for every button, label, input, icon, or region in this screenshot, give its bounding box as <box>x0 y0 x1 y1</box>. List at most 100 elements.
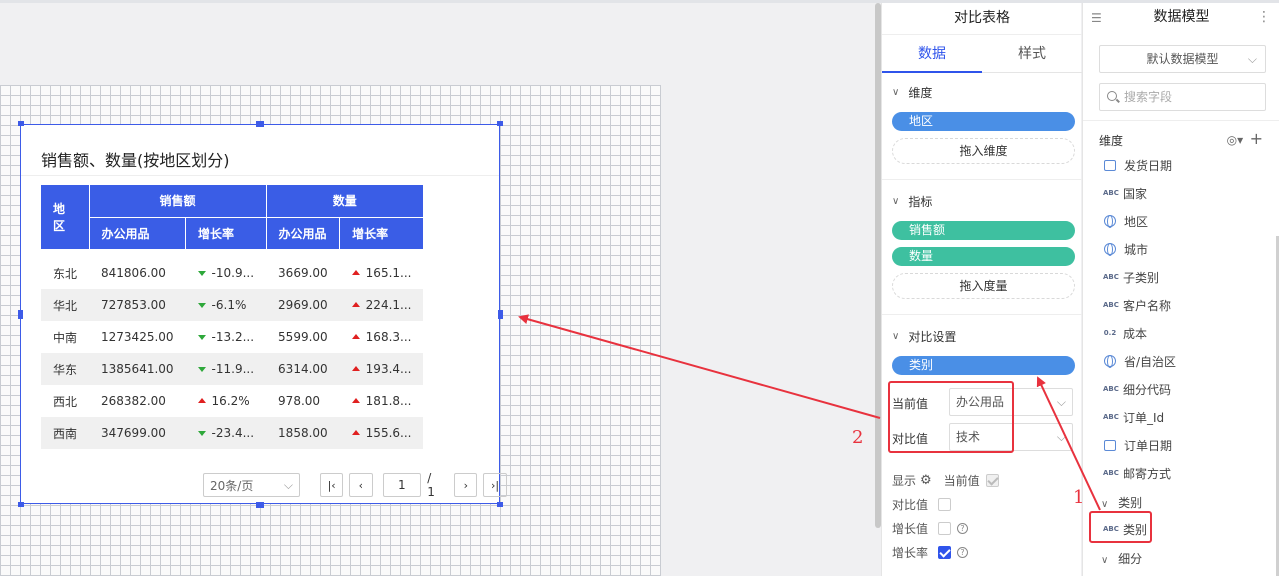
field-label: 订单日期 <box>1124 438 1173 453</box>
table-cell: -13.2... <box>186 321 267 353</box>
cell-value: 华北 <box>53 298 78 313</box>
measure-pill-quantity[interactable]: 数量 <box>892 247 1075 266</box>
field-item[interactable]: 发货日期 <box>1103 155 1172 175</box>
section-divider <box>882 179 1082 180</box>
page-total: / 1 <box>427 471 435 499</box>
first-page-button[interactable]: |‹ <box>320 473 344 497</box>
header-qty-current[interactable]: 办公用品 <box>266 217 341 250</box>
resize-handle-left[interactable] <box>18 310 23 319</box>
data-model-title: 数据模型 <box>1153 9 1210 25</box>
widget-title: 销售额、数量(按地区划分) <box>41 151 230 170</box>
cell-value: 181.8... <box>365 394 412 408</box>
field-item[interactable]: 省/自治区 <box>1103 351 1176 371</box>
field-search-input[interactable]: 搜索字段 <box>1099 83 1266 111</box>
triangle-down-icon <box>197 367 206 372</box>
page-number-input[interactable]: 1 <box>382 473 422 497</box>
header-qty-rate[interactable]: 增长率 <box>339 217 424 250</box>
field-item[interactable]: ABC 邮寄方式 <box>1103 463 1171 483</box>
globe-dropdown-icon[interactable]: ◎▾ <box>1227 133 1244 147</box>
resize-handle-top-right[interactable] <box>497 121 503 126</box>
tab-data[interactable]: 数据 <box>882 37 982 73</box>
table-cell: 中南 <box>41 321 89 353</box>
measure-drop-zone[interactable]: 拖入度量 <box>892 273 1075 299</box>
table-row[interactable]: 西南 347699.00 -23.4... 1858.00 155.6... <box>41 417 424 449</box>
group-segment-label: 细分 <box>1118 552 1143 566</box>
compare-section-header[interactable]: ∨ 对比设置 <box>892 328 956 345</box>
chevron-down-icon: ⌵ <box>1056 430 1066 444</box>
globe-icon <box>1104 215 1116 228</box>
display-growth-value-label: 增长值 <box>892 522 929 536</box>
field-item[interactable]: ABC 细分代码 <box>1103 379 1171 399</box>
field-item[interactable]: 订单日期 <box>1103 435 1172 455</box>
field-item[interactable]: 0.2 成本 <box>1103 323 1147 343</box>
table-row[interactable]: 华东 1385641.00 -11.9... 6314.00 193.4... <box>41 353 424 385</box>
display-current-checkbox[interactable] <box>985 474 999 487</box>
pagination: 20条/页 ⌵ |‹ ‹ 1 / 1 › ›| <box>203 471 507 499</box>
measure-section-header[interactable]: ∨ 指标 <box>892 193 932 210</box>
page-size-select[interactable]: 20条/页 ⌵ <box>203 473 301 497</box>
table-cell: 西北 <box>41 385 89 417</box>
display-compare-checkbox[interactable] <box>938 498 952 511</box>
group-segment-header[interactable]: ∨ 细分 <box>1101 550 1142 567</box>
header-sales-current[interactable]: 办公用品 <box>89 217 187 250</box>
field-item[interactable]: ABC 子类别 <box>1103 267 1159 287</box>
triangle-up-icon <box>351 430 360 435</box>
highlight-box-compare-values <box>888 381 1014 453</box>
display-growth-rate-row: 增长率 ? <box>892 544 969 561</box>
table-row[interactable]: 中南 1273425.00 -13.2... 5599.00 168.3... <box>41 321 423 353</box>
resize-handle-right[interactable] <box>498 310 503 319</box>
field-label: 细分代码 <box>1123 382 1172 397</box>
table-cell: 1385641.00 <box>89 353 186 385</box>
resize-handle-top[interactable] <box>256 121 264 127</box>
resize-handle-top-left[interactable] <box>18 121 24 126</box>
cell-value: 155.6... <box>365 426 412 440</box>
group-category-label: 类别 <box>1118 496 1143 510</box>
help-icon[interactable]: ? <box>957 547 969 558</box>
field-search-placeholder: 搜索字段 <box>1124 90 1173 104</box>
data-model-select[interactable]: 默认数据模型 ⌵ <box>1099 45 1266 73</box>
cell-value: 841806.00 <box>101 266 166 280</box>
table-row[interactable]: 西北 268382.00 16.2% 978.00 181.8... <box>41 385 423 417</box>
last-page-button[interactable]: ›| <box>483 473 507 497</box>
table-cell: 5599.00 <box>266 321 340 353</box>
cell-value: 东北 <box>53 266 78 281</box>
table-cell: 华北 <box>41 289 90 321</box>
resize-handle-bottom[interactable] <box>256 502 264 508</box>
more-options-icon[interactable]: ⋮ <box>1257 9 1271 25</box>
compare-table-widget[interactable]: 销售额、数量(按地区划分) 地区 销售额 数量 办公用品 增长率 办公用品 增长… <box>20 124 507 504</box>
tab-style[interactable]: 样式 <box>982 37 1082 73</box>
header-sales-rate[interactable]: 增长率 <box>185 217 267 250</box>
resize-handle-bottom-left[interactable] <box>18 502 24 507</box>
resize-handle-bottom-right[interactable] <box>497 502 503 507</box>
table-cell: 东北 <box>41 257 89 289</box>
add-icon[interactable]: + <box>1250 129 1263 148</box>
prev-page-button[interactable]: ‹ <box>349 473 373 497</box>
dimension-drop-zone[interactable]: 拖入维度 <box>892 138 1075 164</box>
cell-value: -23.4... <box>211 426 255 440</box>
field-item[interactable]: ABC 国家 <box>1103 183 1147 203</box>
field-item[interactable]: 地区 <box>1103 211 1148 231</box>
dimension-section-header[interactable]: ∨ 维度 <box>892 84 932 101</box>
help-icon[interactable]: ? <box>957 523 969 534</box>
header-quantity[interactable]: 数量 <box>266 185 424 218</box>
table-row[interactable]: 东北 841806.00 -10.9... 3669.00 165.1... <box>41 257 423 289</box>
table-cell: 181.8... <box>340 385 424 417</box>
header-sales[interactable]: 销售额 <box>89 185 267 218</box>
next-page-button[interactable]: › <box>454 473 478 497</box>
table-cell: 1858.00 <box>266 417 340 449</box>
gear-icon[interactable]: ⚙ <box>920 473 932 488</box>
compare-pill-category[interactable]: 类别 <box>892 356 1075 375</box>
group-category-header[interactable]: ∨ 类别 <box>1101 494 1142 511</box>
field-item[interactable]: 城市 <box>1103 239 1148 259</box>
field-item[interactable]: ABC 订单_Id <box>1103 407 1164 427</box>
calendar-icon <box>1104 159 1116 171</box>
cell-value: 268382.00 <box>101 394 166 408</box>
measure-pill-sales[interactable]: 销售额 <box>892 221 1075 240</box>
dimension-pill-region[interactable]: 地区 <box>892 112 1075 131</box>
display-growth-rate-checkbox[interactable] <box>938 546 952 559</box>
table-row[interactable]: 华北 727853.00 -6.1% 2969.00 224.1... <box>41 289 424 321</box>
globe-icon <box>1104 243 1116 256</box>
header-region[interactable]: 地区 <box>41 185 90 250</box>
field-item[interactable]: ABC 客户名称 <box>1103 295 1171 315</box>
display-growth-value-checkbox[interactable] <box>938 522 952 535</box>
